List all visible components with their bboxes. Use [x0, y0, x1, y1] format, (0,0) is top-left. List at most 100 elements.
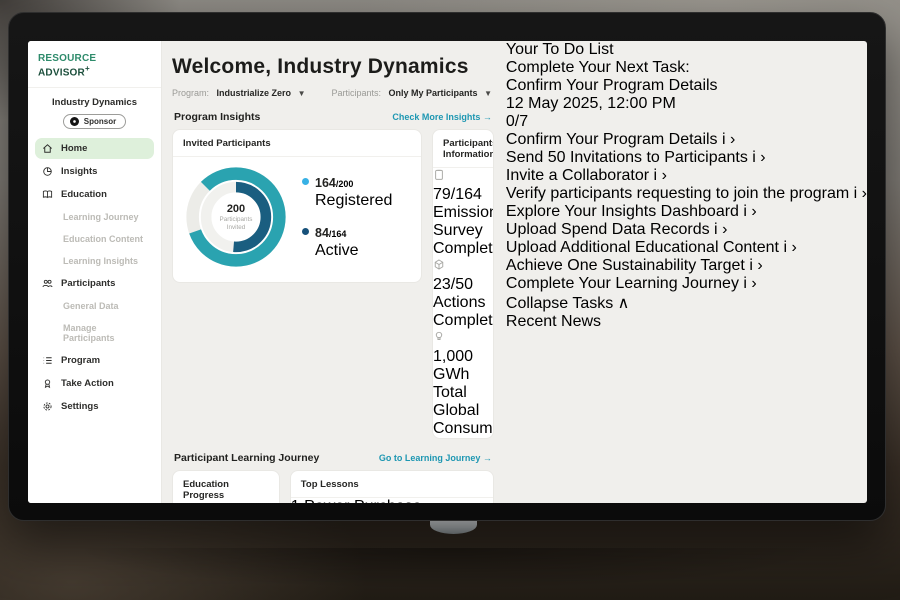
sidebar-item-learning-insights[interactable]: Learning Insights: [35, 251, 154, 271]
card-title: Education Progress: [173, 471, 279, 503]
task-row[interactable]: Achieve One Sustainability Target i ›: [506, 257, 867, 275]
actions-completed-value: 23/50: [433, 276, 493, 294]
link-label: Go to Learning Journey: [379, 453, 481, 463]
emission-survey-label: Emission Survey Completed: [433, 204, 493, 258]
sponsor-badge: Sponsor: [63, 114, 126, 129]
card-title: Invited Participants: [173, 130, 421, 157]
program-insights-header: Program Insights Check More Insights →: [174, 111, 492, 123]
sponsor-badge-label: Sponsor: [84, 117, 116, 126]
chevron-right-icon[interactable]: ›: [751, 203, 756, 220]
dashboard-screen: RESOURCE ADVISOR+ Industry Dynamics Spon…: [28, 41, 867, 503]
collapse-tasks-link[interactable]: Collapse Tasks ∧: [506, 293, 867, 313]
info-icon: i: [722, 131, 726, 148]
sidebar-item-label: Home: [61, 143, 87, 154]
task-row[interactable]: Invite a Collaborator i ›: [506, 167, 867, 185]
go-to-learning-journey-link[interactable]: Go to Learning Journey →: [379, 453, 492, 463]
info-icon: i: [714, 221, 718, 238]
task-label: Invite a Collaborator: [506, 167, 649, 184]
info-icon: i: [743, 275, 747, 292]
sidebar-item-label: Learning Journey: [63, 212, 139, 222]
section-title: Participant Learning Journey: [174, 452, 319, 464]
registered-value: 164: [315, 176, 336, 190]
sidebar-item-settings[interactable]: Settings: [35, 396, 154, 417]
chevron-right-icon[interactable]: ›: [791, 239, 796, 256]
sidebar-item-label: Settings: [61, 401, 98, 412]
participants-information-body: 79/164 Emission Survey Completed 23/50 A…: [433, 168, 493, 438]
collapse-tasks-label: Collapse Tasks: [506, 295, 613, 312]
todo-due-date-label: 12 May 2025, 12:00 PM: [506, 95, 676, 112]
education-progress-card: Education Progress 150 Participants 60%: [172, 470, 280, 503]
participants-filter[interactable]: Participants: Only My Participants ▼: [331, 88, 492, 98]
chevron-right-icon[interactable]: ›: [760, 149, 765, 166]
info-icon: i: [752, 149, 756, 166]
right-panel: Your To Do List Complete Your Next Task:…: [506, 41, 867, 503]
sidebar-item-manage-participants[interactable]: Manage Participants: [35, 318, 154, 348]
top-lessons-list: 1 Power Purchase Agreements 101 1000 vie…: [291, 498, 493, 503]
metric-actions-completed: 23/50 Actions Completed: [433, 258, 493, 330]
task-label: Complete Your Learning Journey: [506, 275, 739, 292]
program-filter[interactable]: Program: Industrialize Zero ▼: [172, 88, 305, 98]
filters-row: Program: Industrialize Zero ▼ Participan…: [172, 88, 494, 98]
task-row[interactable]: Upload Additional Educational Content i …: [506, 239, 867, 257]
invited-card-body: 200 Participants Invited 164/200 Registe…: [173, 157, 421, 270]
lesson-row[interactable]: 1 Power Purchase Agreements 101 1000 vie…: [291, 498, 493, 503]
todo-subtitle: Complete Your Next Task:: [506, 59, 867, 77]
task-label: Achieve One Sustainability Target: [506, 257, 745, 274]
chevron-right-icon[interactable]: ›: [862, 185, 867, 202]
task-row[interactable]: Confirm Your Program Details i ›: [506, 131, 867, 149]
sidebar-item-education-content[interactable]: Education Content: [35, 229, 154, 249]
sidebar-item-label: General Data: [63, 301, 119, 311]
sidebar-item-label: Participants: [61, 278, 115, 289]
task-label: Verify participants requesting to join t…: [506, 185, 849, 202]
sidebar-item-program[interactable]: Program: [35, 350, 154, 371]
recent-news-card: Recent News: [506, 313, 867, 331]
list-icon: [42, 355, 53, 366]
sidebar-item-take-action[interactable]: Take Action: [35, 373, 154, 394]
learning-cards-row: Education Progress 150 Participants 60%: [172, 470, 494, 503]
chevron-down-icon: ▼: [484, 89, 492, 98]
sidebar-item-label: Education Content: [63, 234, 143, 244]
chevron-right-icon[interactable]: ›: [757, 257, 762, 274]
task-row[interactable]: Upload Spend Data Records i ›: [506, 221, 867, 239]
org-name: Industry Dynamics: [28, 97, 161, 108]
sidebar-item-insights[interactable]: Insights: [35, 161, 154, 182]
lesson-link[interactable]: Power Purchase Agreements 101: [291, 498, 422, 503]
sidebar-item-home[interactable]: Home: [35, 138, 154, 159]
main-content: Welcome, Industry Dynamics Program: Indu…: [162, 41, 506, 503]
task-row[interactable]: Explore Your Insights Dashboard i ›: [506, 203, 867, 221]
sidebar-item-learning-journey[interactable]: Learning Journey: [35, 207, 154, 227]
consumption-value: 1,000 GWh: [433, 348, 493, 384]
sidebar-item-participants[interactable]: Participants: [35, 273, 154, 294]
invited-count: 200: [227, 203, 245, 215]
home-icon: [42, 143, 53, 154]
lesson-rank: 1: [291, 498, 300, 503]
task-label: Upload Additional Educational Content: [506, 239, 779, 256]
chevron-right-icon[interactable]: ›: [751, 275, 756, 292]
legend-registered: 164/200 Registered: [302, 174, 392, 210]
sidebar-item-general-data[interactable]: General Data: [35, 296, 154, 316]
recent-news-title: Recent News: [506, 313, 867, 331]
check-more-insights-link[interactable]: Check More Insights →: [392, 112, 492, 122]
chevron-right-icon[interactable]: ›: [730, 131, 735, 148]
active-value: 84: [315, 226, 329, 240]
chevron-right-icon[interactable]: ›: [722, 221, 727, 238]
task-row[interactable]: Send 50 Invitations to Participants i ›: [506, 149, 867, 167]
participants-information-card: Participants Information 79/164 Emission…: [432, 129, 494, 439]
task-row[interactable]: Verify participants requesting to join t…: [506, 185, 867, 203]
book-icon: [42, 189, 53, 200]
section-title: Program Insights: [174, 111, 260, 123]
program-filter-label: Program:: [172, 88, 209, 98]
task-label: Confirm Your Program Details: [506, 131, 718, 148]
chevron-right-icon[interactable]: ›: [662, 167, 667, 184]
todo-title: Your To Do List: [506, 41, 867, 59]
sidebar-item-education[interactable]: Education: [35, 184, 154, 205]
emission-survey-value: 79/164: [433, 186, 493, 204]
survey-icon: [433, 168, 493, 186]
brand-primary: RESOURCE: [38, 53, 96, 64]
task-label: Upload Spend Data Records: [506, 221, 710, 238]
task-row[interactable]: Complete Your Learning Journey i ›: [506, 275, 867, 293]
metric-consumption: 1,000 GWh Total Global Consumption: [433, 330, 493, 438]
link-label: Check More Insights: [392, 112, 480, 122]
sidebar-item-label: Take Action: [61, 378, 114, 389]
info-icon: i: [749, 257, 753, 274]
